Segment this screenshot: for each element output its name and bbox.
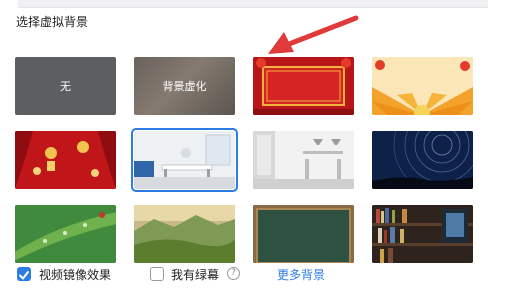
chalkboard-thumbnail bbox=[253, 205, 354, 263]
help-icon[interactable]: ? bbox=[227, 267, 240, 280]
top-divider-bar bbox=[18, 0, 488, 8]
mountain-landscape-thumbnail bbox=[134, 205, 235, 263]
annotation-arrow-icon bbox=[268, 15, 359, 54]
background-none-label: 无 bbox=[60, 80, 71, 93]
background-green-leaf-tile[interactable] bbox=[15, 205, 116, 263]
mirror-label[interactable]: 视频镜像效果 bbox=[39, 266, 111, 283]
white-office-thumbnail bbox=[253, 131, 354, 189]
footer-options: 视频镜像效果 我有绿幕 ? 更多背景 bbox=[0, 262, 527, 286]
mirror-checkbox[interactable] bbox=[17, 267, 31, 281]
section-title: 选择虚拟背景 bbox=[16, 15, 89, 29]
background-bookshelf-tile[interactable] bbox=[372, 205, 473, 263]
background-festive-tile[interactable] bbox=[372, 57, 473, 115]
background-chinese-red-tile[interactable] bbox=[253, 57, 354, 115]
background-red-curtains-tile[interactable] bbox=[15, 131, 116, 189]
background-blur-label: 背景虚化 bbox=[162, 80, 207, 93]
more-backgrounds-link[interactable]: 更多背景 bbox=[277, 266, 325, 283]
background-white-office-tile[interactable] bbox=[253, 131, 354, 189]
background-blur-tile[interactable]: 背景虚化 bbox=[134, 57, 235, 115]
chinese-red-frame-thumbnail bbox=[253, 57, 354, 115]
background-mountain-tile[interactable] bbox=[134, 205, 235, 263]
bookshelf-thumbnail bbox=[372, 205, 473, 263]
greenscreen-checkbox[interactable] bbox=[150, 267, 164, 281]
background-none-tile[interactable]: 无 bbox=[15, 57, 116, 115]
background-star-trails-tile[interactable] bbox=[372, 131, 473, 189]
greenscreen-label[interactable]: 我有绿幕 bbox=[171, 266, 219, 283]
green-leaf-thumbnail bbox=[15, 205, 116, 263]
star-trails-thumbnail bbox=[372, 131, 473, 189]
festive-sunburst-thumbnail bbox=[372, 57, 473, 115]
living-room-thumbnail bbox=[134, 131, 235, 189]
background-living-room-tile[interactable] bbox=[131, 128, 238, 192]
checkmark-icon bbox=[19, 271, 29, 280]
red-curtains-thumbnail bbox=[15, 131, 116, 189]
background-chalkboard-tile[interactable] bbox=[253, 205, 354, 263]
